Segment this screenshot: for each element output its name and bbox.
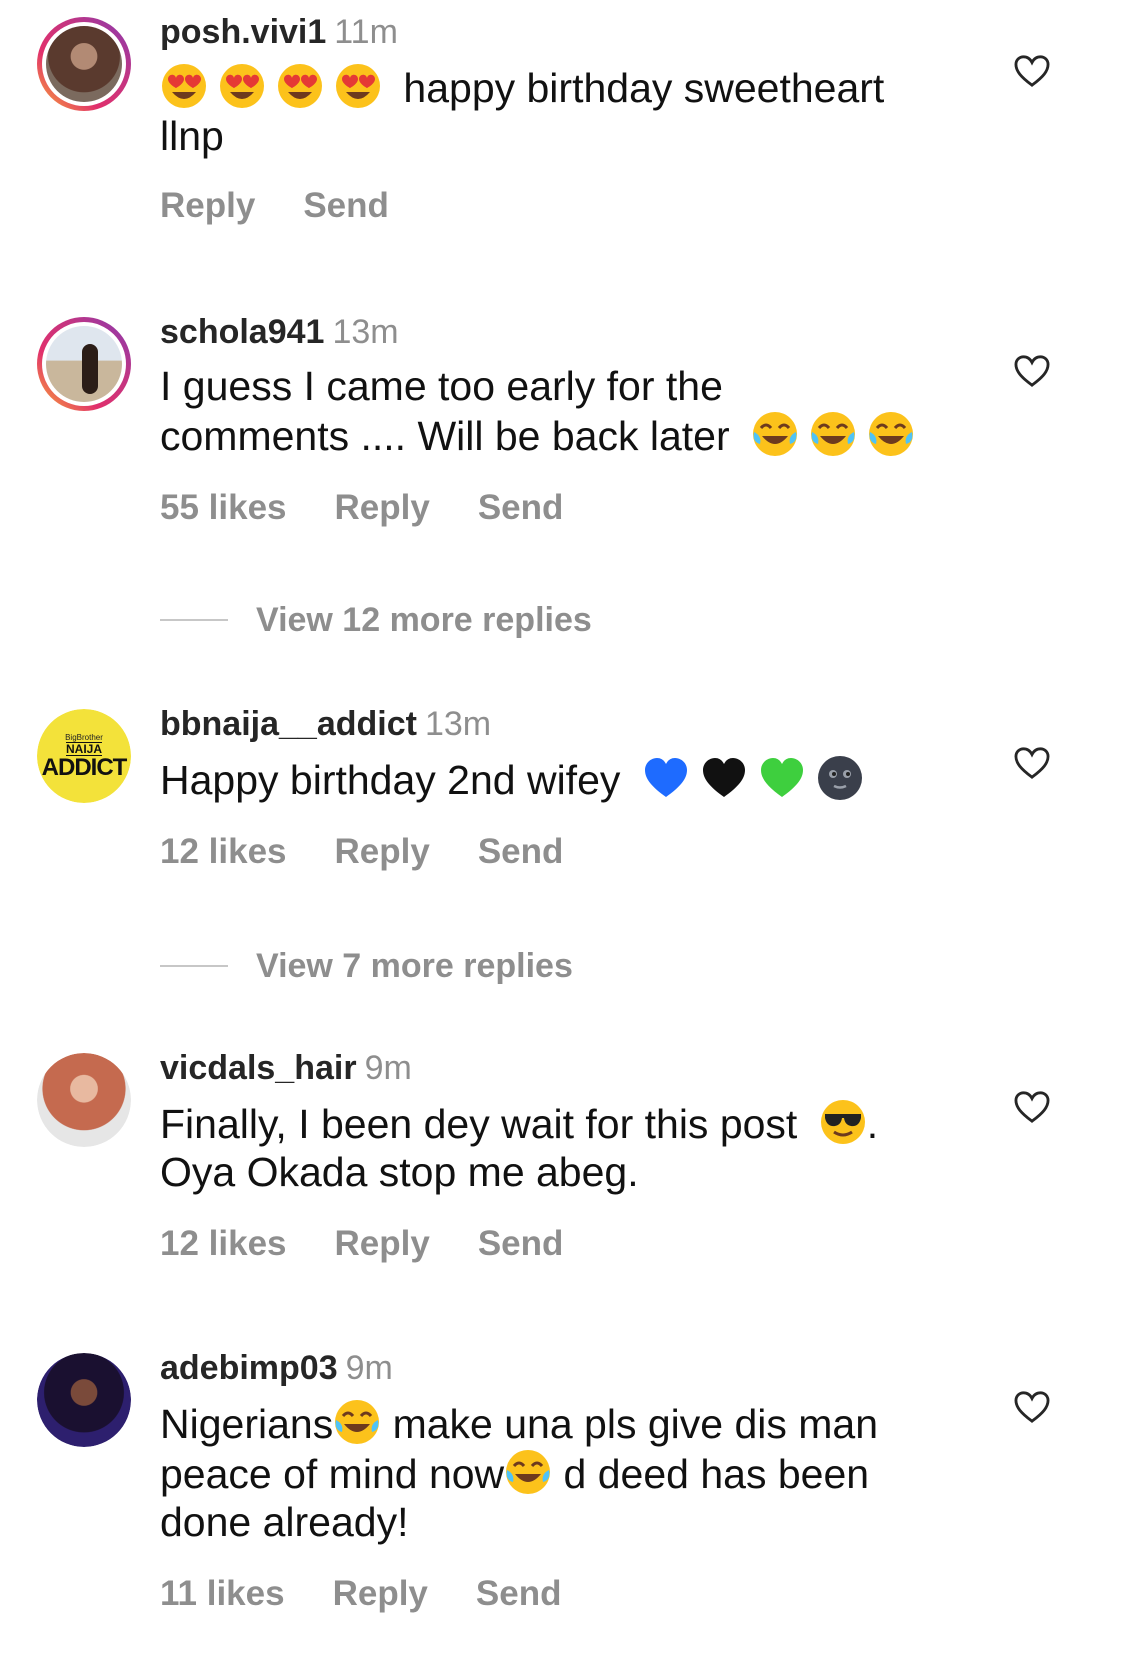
timestamp: 13m [424,705,492,743]
username[interactable]: bbnaija__addict [160,705,417,743]
like-heart-icon[interactable] [1013,1390,1051,1424]
view-more-replies-label[interactable]: View 7 more replies [256,947,573,986]
comment-text-line: llnp [160,113,224,159]
avatar[interactable] [37,1353,131,1447]
reply-button[interactable]: Reply [335,488,430,527]
comment-text-line: Happy birthday 2nd wifey [160,757,621,803]
reply-button[interactable]: Reply [160,186,255,225]
tears-of-joy-emoji-icon [333,1398,381,1446]
reply-button[interactable]: Reply [335,832,430,871]
likes-count[interactable]: 55 likes [160,488,287,527]
username[interactable]: posh.vivi1 [160,13,326,51]
timestamp: 9m [345,1349,393,1387]
tears-of-joy-emoji-icon [751,410,799,458]
like-heart-icon[interactable] [1013,54,1051,88]
comment-text: I guess I came too early for the comment… [160,362,960,460]
timestamp: 11m [334,13,398,51]
heart-eyes-emoji-icon [334,62,382,110]
black-heart-emoji-icon [700,754,748,802]
comment-text-line: make una pls give dis man [381,1401,879,1447]
avatar[interactable] [37,1053,131,1147]
avatar-logo-text: ADDICT [41,753,128,781]
divider-line [160,965,228,967]
comment-text-line: done already! [160,1499,409,1545]
like-heart-icon[interactable] [1013,1090,1051,1124]
timestamp: 9m [364,1049,412,1087]
send-button[interactable]: Send [478,488,564,527]
tears-of-joy-emoji-icon [504,1448,552,1496]
comment-text-line: Oya Okada stop me abeg. [160,1149,639,1195]
comment-text: Nigerians make una pls give dis man peac… [160,1398,960,1546]
avatar[interactable] [37,317,131,411]
username[interactable]: vicdals_hair [160,1049,357,1087]
green-heart-emoji-icon [758,754,806,802]
send-button[interactable]: Send [478,832,564,871]
comment-text-line: Finally, I been dey wait for this post [160,1101,798,1147]
send-button[interactable]: Send [476,1574,562,1613]
comment-text-line: . [866,1101,879,1147]
comment-text: Happy birthday 2nd wifey [160,754,960,804]
comment-text-line: I guess I came too early for the [160,363,723,409]
tears-of-joy-emoji-icon [809,410,857,458]
username[interactable]: adebimp03 [160,1349,338,1387]
heart-eyes-emoji-icon [218,62,266,110]
sunglasses-emoji-icon [819,1098,867,1146]
blue-heart-emoji-icon [642,754,690,802]
view-more-replies-label[interactable]: View 12 more replies [256,601,592,640]
reply-button[interactable]: Reply [335,1224,430,1263]
like-heart-icon[interactable] [1013,746,1051,780]
comment-text-line: Nigerians [160,1401,334,1447]
likes-count[interactable]: 11 likes [160,1574,285,1613]
username[interactable]: schola941 [160,313,324,351]
heart-eyes-emoji-icon [276,62,324,110]
comment-text: Finally, I been dey wait for this post .… [160,1098,960,1196]
timestamp: 13m [332,313,399,351]
tears-of-joy-emoji-icon [867,410,915,458]
avatar[interactable]: BigBrother NAIJA ADDICT [37,709,131,803]
reply-button[interactable]: Reply [333,1574,428,1613]
new-moon-face-emoji-icon [816,754,864,802]
divider-line [160,619,228,621]
comment-text-line: d deed has been [552,1451,870,1497]
send-button[interactable]: Send [478,1224,564,1263]
comment-text-line: happy birthday sweetheart [403,65,885,111]
likes-count[interactable]: 12 likes [160,832,287,871]
likes-count[interactable]: 12 likes [160,1224,287,1263]
avatar-logo-text: BigBrother [65,732,103,742]
comment-text-line: peace of mind now [160,1451,505,1497]
comment-text-line: comments .... Will be back later [160,413,730,459]
avatar[interactable] [37,17,131,111]
view-more-replies[interactable]: View 12 more replies [160,600,592,640]
like-heart-icon[interactable] [1013,354,1051,388]
comment-text: happy birthday sweetheart llnp [160,62,960,160]
heart-eyes-emoji-icon [160,62,208,110]
send-button[interactable]: Send [303,186,389,225]
view-more-replies[interactable]: View 7 more replies [160,946,573,986]
